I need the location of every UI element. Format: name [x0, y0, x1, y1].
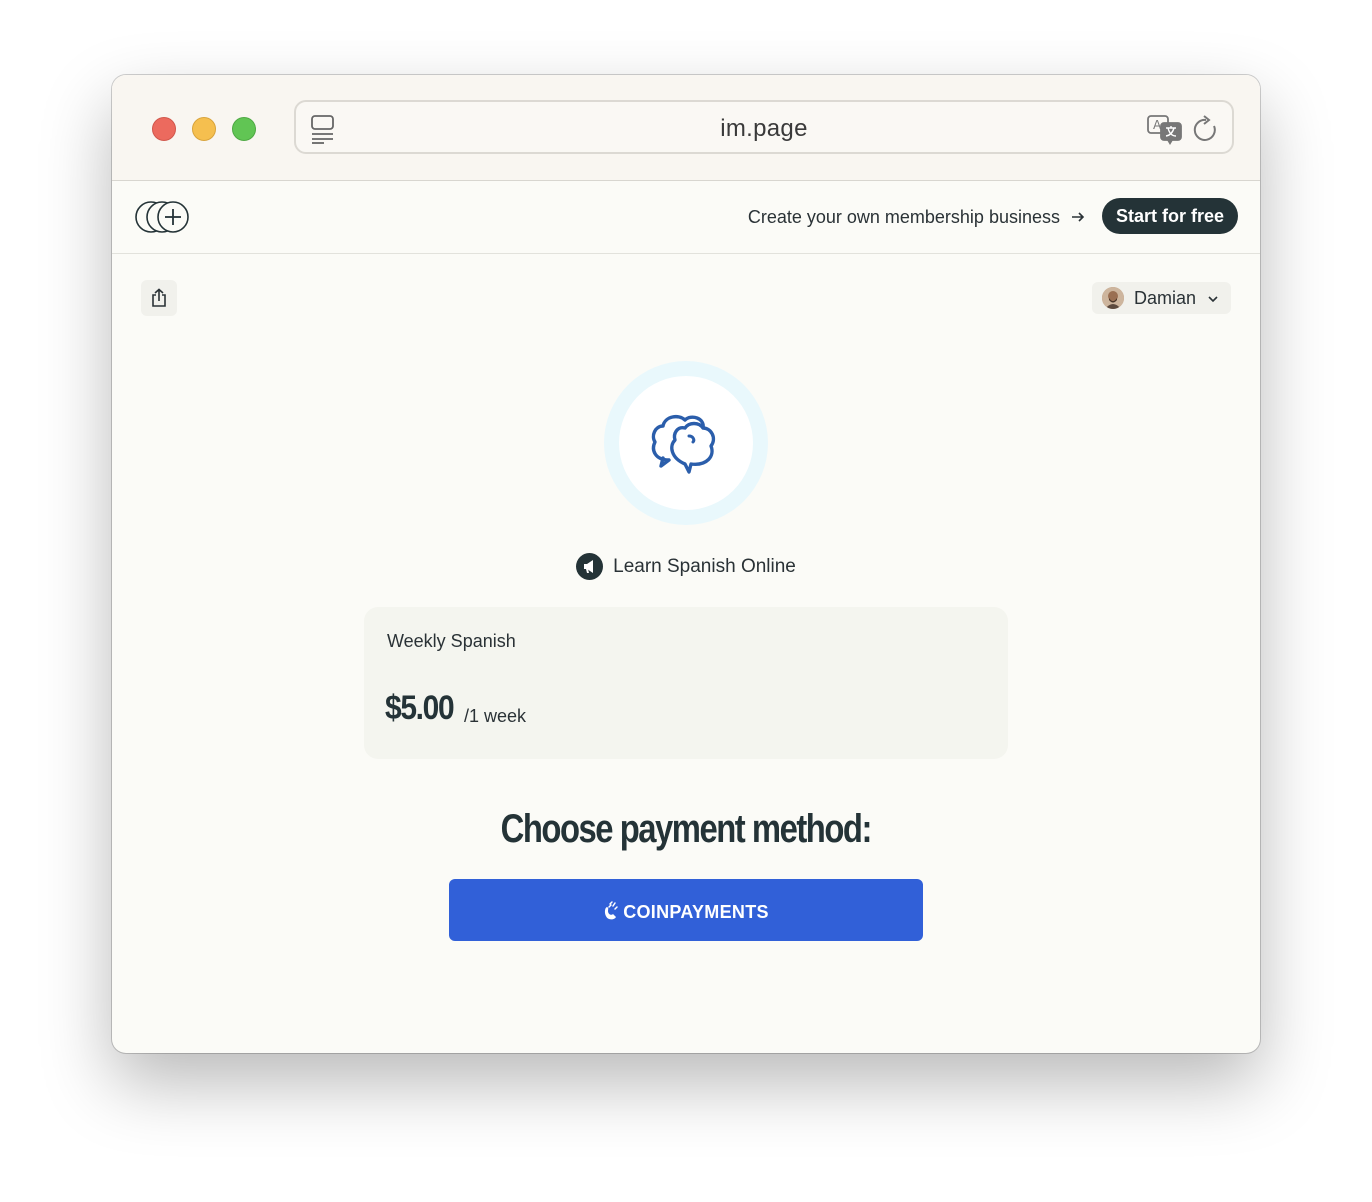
share-button[interactable]	[141, 280, 177, 316]
megaphone-icon	[576, 553, 604, 580]
plan-price: $5.00	[385, 689, 455, 727]
coinpayments-button[interactable]: COINPAYMENTS	[449, 879, 923, 941]
translate-icon[interactable]: A	[1146, 114, 1186, 151]
chevron-down-icon	[1207, 292, 1219, 310]
chat-bubbles-icon	[651, 414, 716, 474]
payment-heading: Choose payment method:	[500, 807, 873, 851]
browser-window: im.page A Create your own membership bus…	[112, 75, 1260, 1053]
reload-icon[interactable]	[1192, 114, 1220, 149]
browser-titlebar: im.page A	[112, 75, 1260, 181]
community-avatar	[604, 361, 768, 525]
community-label[interactable]: Learn Spanish Online	[576, 553, 796, 580]
maximize-window-button[interactable]	[232, 117, 256, 141]
minimize-window-button[interactable]	[192, 117, 216, 141]
promo-link[interactable]: Create your own membership business	[748, 207, 1060, 228]
site-topbar: Create your own membership business Star…	[112, 181, 1260, 254]
plan-name: Weekly Spanish	[387, 631, 516, 651]
coinpayments-icon	[603, 899, 619, 926]
arrow-right-icon[interactable]	[1070, 209, 1086, 230]
user-name: Damian	[1134, 288, 1197, 308]
address-bar[interactable]: im.page A	[294, 100, 1234, 154]
start-for-free-button[interactable]: Start for free	[1101, 198, 1238, 234]
user-menu-button[interactable]: Damian	[1092, 282, 1231, 314]
url-text[interactable]: im.page	[296, 115, 1232, 143]
coinpayments-label: COINPAYMENTS	[623, 902, 769, 922]
logo-icon[interactable]	[134, 199, 192, 240]
avatar	[1102, 287, 1124, 309]
share-icon	[152, 288, 166, 307]
plan-period: /1 week	[464, 706, 527, 726]
plan-card[interactable]: Weekly Spanish $5.00 /1 week	[364, 607, 1008, 759]
close-window-button[interactable]	[152, 117, 176, 141]
community-name: Learn Spanish Online	[613, 555, 796, 577]
